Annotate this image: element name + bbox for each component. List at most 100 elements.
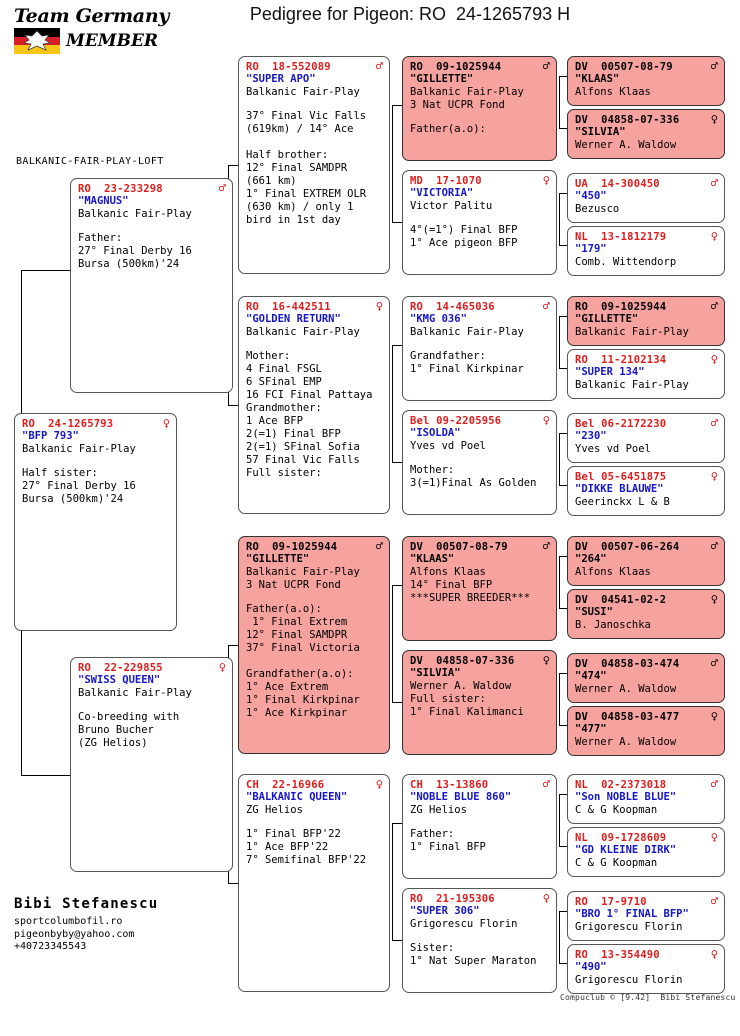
bird-card-g1[interactable]: RO 18-552089 ♂ "SUPER APO" Balkanic Fair…: [238, 56, 390, 274]
connector: [21, 775, 71, 776]
sex-female-icon: ♀: [542, 653, 550, 667]
bird-id: MD 17-1070: [410, 175, 482, 187]
bird-name: "KLAAS": [575, 73, 620, 85]
sex-male-icon: ♂: [542, 59, 550, 73]
bird-card-ggg13[interactable]: NL 02-2373018 ♂ "Son NOBLE BLUE" C & G Ko…: [567, 774, 725, 824]
connector: [559, 485, 567, 486]
sex-male-icon: ♂: [710, 176, 718, 190]
sex-female-icon: ♀: [710, 469, 718, 483]
logo-line1: Team Germany: [14, 5, 170, 27]
bird-owner: Balkanic Fair-Play: [78, 208, 192, 220]
bird-card-gg5[interactable]: DV 00507-08-79 ♂ "KLAAS" Alfons Klaas 14…: [402, 536, 557, 641]
breeder-email[interactable]: pigeonbyby@yahoo.com: [14, 929, 158, 942]
bird-name: "MAGNUS": [78, 195, 129, 207]
bird-card-ggg15[interactable]: RO 17-9710 ♂ "BRO 1° FINAL BFP" Grigoresc…: [567, 891, 725, 941]
sex-female-icon: ♀: [710, 112, 718, 126]
bird-id: RO 09-1025944: [246, 541, 338, 553]
bird-name: "GILLETTE": [575, 313, 639, 325]
bird-card-ggg11[interactable]: DV 04858-03-474 ♂ "474" Werner A. Waldow: [567, 653, 725, 703]
bird-owner: Alfons Klaas: [575, 86, 651, 98]
bird-card-ggg6[interactable]: RO 11-2102134 ♀ "SUPER 134" Balkanic Fair…: [567, 349, 725, 399]
connector: [559, 128, 567, 129]
breeder-name: Bibi Stefanescu: [14, 896, 159, 912]
bird-name: "KMG 036": [410, 313, 467, 325]
connector: [392, 105, 393, 222]
bird-name: "DIKKE BLAUWE": [575, 483, 664, 495]
bird-card-g3[interactable]: RO 09-1025944 ♂ "GILLETTE" Balkanic Fair…: [238, 536, 390, 754]
bird-name: "GD KLEINE DIRK": [575, 844, 677, 856]
bird-owner: C & G Koopman: [575, 857, 658, 869]
sex-male-icon: ♂: [542, 539, 550, 553]
bird-card-gg4[interactable]: Bel 09-2205956 ♀ "ISOLDA" Yves vd Poel M…: [402, 410, 557, 515]
bird-card-dam[interactable]: RO 22-229855 ♀ "SWISS QUEEN" Balkanic Fa…: [70, 657, 233, 872]
connector: [392, 585, 402, 586]
sex-male-icon: ♂: [710, 656, 718, 670]
bird-card-gg2[interactable]: MD 17-1070 ♀ "VICTORIA" Victor Palitu 4°…: [402, 170, 557, 275]
software-credit: Compuclub © [9.42] Bibi Stefanescu: [560, 993, 736, 1002]
bird-card-gg1[interactable]: RO 09-1025944 ♂ "GILLETTE" Balkanic Fair…: [402, 56, 557, 161]
bird-card-g4[interactable]: CH 22-16966 ♀ "BALKANIC QUEEN" ZG Helios…: [238, 774, 390, 992]
bird-card-ggg16[interactable]: RO 13-354490 ♀ "490" Grigorescu Florin: [567, 944, 725, 994]
bird-card-sire[interactable]: RO 23-233298 ♂ "MAGNUS" Balkanic Fair-Pl…: [70, 178, 233, 393]
bird-card-ggg10[interactable]: DV 04541-02-2 ♀ "SUSI" B. Janoschka: [567, 589, 725, 639]
bird-id: NL 02-2373018: [575, 779, 667, 791]
bird-id: RO 09-1025944: [410, 61, 502, 73]
bird-card-g2[interactable]: RO 16-442511 ♀ "GOLDEN RETURN" Balkanic …: [238, 296, 390, 514]
bird-id: RO 09-1025944: [575, 301, 667, 313]
bird-card-gg8[interactable]: RO 21-195306 ♀ "SUPER 306" Grigorescu Fl…: [402, 888, 557, 993]
connector: [392, 702, 402, 703]
bird-id: RO 14-465036: [410, 301, 495, 313]
connector: [392, 940, 402, 941]
bird-card-subject[interactable]: RO 24-1265793 ♀ "BFP 793" Balkanic Fair-…: [14, 413, 177, 631]
bird-card-gg6[interactable]: DV 04858-07-336 ♀ "SILVIA" Werner A. Wal…: [402, 650, 557, 755]
connector: [392, 585, 393, 702]
bird-card-gg7[interactable]: CH 13-13860 ♂ "NOBLE BLUE 860" ZG Helios…: [402, 774, 557, 879]
connector: [228, 405, 238, 406]
bird-id: DV 00507-08-79: [575, 61, 673, 73]
bird-name: "230": [575, 430, 607, 442]
connector: [559, 911, 567, 912]
bird-id: DV 04858-07-336: [410, 655, 515, 667]
bird-name: "GILLETTE": [410, 73, 474, 85]
bird-owner: Victor Palitu: [410, 200, 493, 212]
sex-male-icon: ♂: [218, 181, 226, 195]
bird-card-ggg4[interactable]: NL 13-1812179 ♀ "179" Comb. Wittendorp: [567, 226, 725, 276]
bird-owner: Grigorescu Florin: [410, 918, 518, 930]
bird-notes: Mother: 4 Final FSGL 6 SFinal EMP 16 FCI…: [246, 350, 373, 479]
bird-name: "GOLDEN RETURN": [246, 313, 341, 325]
bird-id: RO 11-2102134: [575, 354, 667, 366]
bird-id: DV 04858-03-474: [575, 658, 680, 670]
bird-card-ggg1[interactable]: DV 00507-08-79 ♂ "KLAAS" Alfons Klaas: [567, 56, 725, 106]
bird-card-ggg2[interactable]: DV 04858-07-336 ♀ "SILVIA" Werner A. Wald…: [567, 109, 725, 159]
bird-card-ggg3[interactable]: UA 14-300450 ♂ "450" Bezusco: [567, 173, 725, 223]
bird-card-ggg8[interactable]: Bel 05-6451875 ♀ "DIKKE BLAUWE" Geerinckx…: [567, 466, 725, 516]
sex-female-icon: ♀: [710, 592, 718, 606]
bird-owner: Balkanic Fair-Play: [246, 566, 360, 578]
bird-notes: 37° Final Vic Falls (619km) / 14° Ace Ha…: [246, 110, 367, 226]
connector: [392, 462, 402, 463]
bird-id: RO 17-9710: [575, 896, 647, 908]
bird-notes: Sister: 1° Nat Super Maraton: [410, 942, 537, 967]
bird-id: DV 04858-07-336: [575, 114, 680, 126]
bird-card-ggg5[interactable]: RO 09-1025944 ♂ "GILLETTE" Balkanic Fair-…: [567, 296, 725, 346]
bird-notes: 1° Final BFP'22 1° Ace BFP'22 7° Semifin…: [246, 828, 367, 866]
bird-card-gg3[interactable]: RO 14-465036 ♂ "KMG 036" Balkanic Fair-P…: [402, 296, 557, 401]
connector: [392, 823, 402, 824]
bird-notes: Father(a.o):: [410, 123, 486, 135]
bird-notes: Half sister: 27° Final Derby 16 Bursa (5…: [22, 467, 136, 505]
bird-owner: Balkanic Fair-Play: [410, 86, 524, 98]
bird-name: "477": [575, 723, 607, 735]
bird-name: "SILVIA": [410, 667, 461, 679]
sex-female-icon: ♀: [375, 777, 383, 791]
bird-name: "BALKANIC QUEEN": [246, 791, 348, 803]
sex-female-icon: ♀: [710, 709, 718, 723]
bird-card-ggg9[interactable]: DV 00507-06-264 ♂ "264" Alfons Klaas: [567, 536, 725, 586]
connector: [559, 556, 560, 608]
bird-card-ggg14[interactable]: NL 09-1728609 ♀ "GD KLEINE DIRK" C & G Ko…: [567, 827, 725, 877]
bird-card-ggg12[interactable]: DV 04858-03-477 ♀ "477" Werner A. Waldow: [567, 706, 725, 756]
bird-owner: Werner A. Waldow: [575, 683, 677, 695]
sex-female-icon: ♀: [710, 229, 718, 243]
breeder-website[interactable]: sportcolumbofil.ro: [14, 916, 158, 929]
bird-card-ggg7[interactable]: Bel 06-2172230 ♂ "230" Yves vd Poel: [567, 413, 725, 463]
bird-line4: 14° Final BFP: [410, 579, 493, 591]
